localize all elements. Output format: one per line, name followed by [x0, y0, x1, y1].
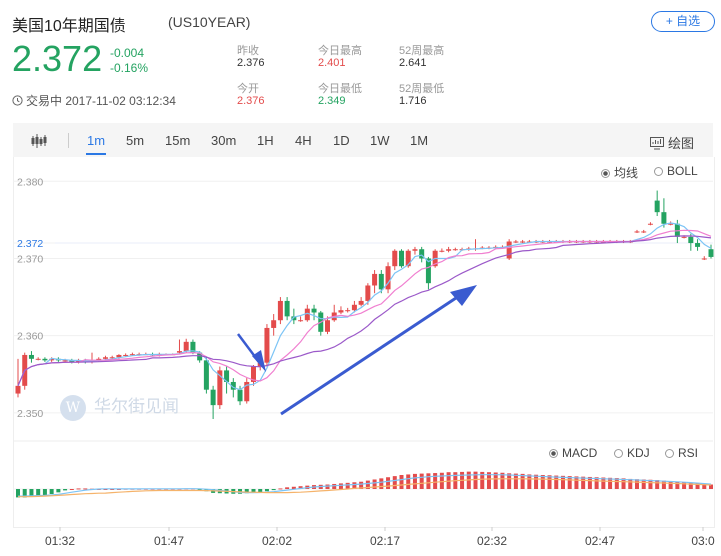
ma5-line — [17, 222, 712, 391]
macd-bar — [69, 489, 74, 490]
candle-body — [372, 273, 378, 286]
candle-body — [338, 310, 344, 313]
macd-bar — [278, 488, 283, 490]
candle-body — [513, 241, 519, 243]
macd-dea-line — [18, 478, 712, 498]
macd-bar — [527, 474, 532, 489]
candle-body — [284, 300, 290, 317]
macd-bar — [285, 487, 290, 489]
candle-body — [42, 358, 48, 361]
candle-body — [298, 320, 304, 322]
watermark: W 华尔街见闻 — [60, 392, 179, 421]
candle-body — [695, 243, 701, 247]
y-tick-label: 2.380 — [17, 176, 43, 188]
macd-bar — [338, 483, 343, 489]
candle-body — [358, 300, 364, 305]
macd-bar — [392, 476, 397, 489]
candle-body — [634, 231, 640, 233]
macd-bar — [406, 474, 411, 489]
y-tick-label: 2.370 — [17, 253, 43, 265]
candle-body — [324, 320, 330, 332]
wallstreetcn-logo-icon: W — [60, 394, 86, 421]
macd-bar — [42, 489, 47, 496]
candle-body — [345, 310, 351, 312]
macd-bar — [433, 473, 438, 489]
candle-body — [15, 385, 21, 394]
x-tick-label: 02:47 — [585, 534, 615, 548]
macd-bar — [439, 472, 444, 489]
candle-body — [661, 212, 667, 224]
y-tick-label: 2.350 — [17, 408, 43, 420]
candle-body — [28, 354, 34, 359]
candle-body — [365, 285, 371, 301]
candle-body — [708, 249, 714, 257]
candle-body — [264, 327, 270, 363]
x-tick-label: 02:02 — [262, 534, 292, 548]
candle-body — [439, 250, 445, 252]
y-tick-label: 2.360 — [17, 331, 43, 343]
candle-body — [277, 300, 283, 321]
annotation-arrowhead-large — [450, 285, 477, 306]
candle-body — [123, 354, 129, 356]
macd-bar — [675, 481, 680, 489]
macd-bar — [399, 475, 404, 489]
candle-body — [392, 250, 398, 267]
macd-bar — [36, 489, 41, 496]
macd-bar — [271, 489, 276, 491]
candle-body — [688, 236, 694, 244]
candle-body — [62, 360, 68, 362]
candle-body — [203, 360, 209, 390]
macd-bar — [56, 489, 61, 493]
candle-body — [102, 357, 108, 359]
macd-bar — [419, 473, 424, 489]
candle-body — [35, 358, 41, 360]
macd-bar — [63, 489, 68, 491]
x-tick-label: 02:17 — [370, 534, 400, 548]
x-tick-label: 03:0 — [691, 534, 715, 548]
ma10-line — [17, 229, 712, 387]
macd-bar — [534, 474, 539, 489]
macd-bar — [332, 483, 337, 489]
x-tick-label: 01:47 — [154, 534, 184, 548]
candle-body — [701, 258, 707, 260]
macd-bar — [345, 482, 350, 489]
candle-body — [506, 241, 512, 259]
watermark-text: 华尔街见闻 — [94, 397, 179, 417]
candle-body — [311, 308, 317, 313]
macd-bar — [386, 477, 391, 489]
macd-bar — [628, 478, 633, 489]
macd-bar — [264, 489, 269, 492]
y-tick-label: 2.372 — [17, 238, 43, 250]
macd-bar — [668, 481, 673, 489]
macd-bar — [83, 488, 88, 490]
candle-body — [647, 223, 653, 225]
macd-bar — [412, 473, 417, 489]
candle-body — [520, 241, 526, 243]
candle-body — [237, 389, 243, 402]
x-tick-label: 01:32 — [45, 534, 75, 548]
macd-bar — [76, 488, 81, 490]
x-tick-label: 02:32 — [477, 534, 507, 548]
candle-body — [641, 231, 647, 233]
price-chart: 2.380 2.372 2.370 2.360 2.350 01:32 01:47 02:02… — [13, 176, 715, 548]
candle-body — [210, 389, 216, 406]
candle-body — [271, 320, 277, 328]
macd-dif-line — [18, 474, 712, 497]
candle-body — [183, 341, 189, 352]
candle-body — [351, 304, 357, 311]
candle-body — [446, 249, 452, 251]
candle-body — [452, 249, 458, 251]
macd-bar — [634, 479, 639, 489]
macd-bar — [49, 489, 54, 495]
candle-body — [681, 236, 687, 238]
candle-body — [378, 273, 384, 290]
candle-body — [399, 250, 405, 267]
macd-bar — [426, 473, 431, 489]
macd-bar — [507, 473, 512, 489]
candle-body — [654, 200, 660, 213]
macd-bar — [379, 478, 384, 489]
candle-body — [412, 249, 418, 251]
